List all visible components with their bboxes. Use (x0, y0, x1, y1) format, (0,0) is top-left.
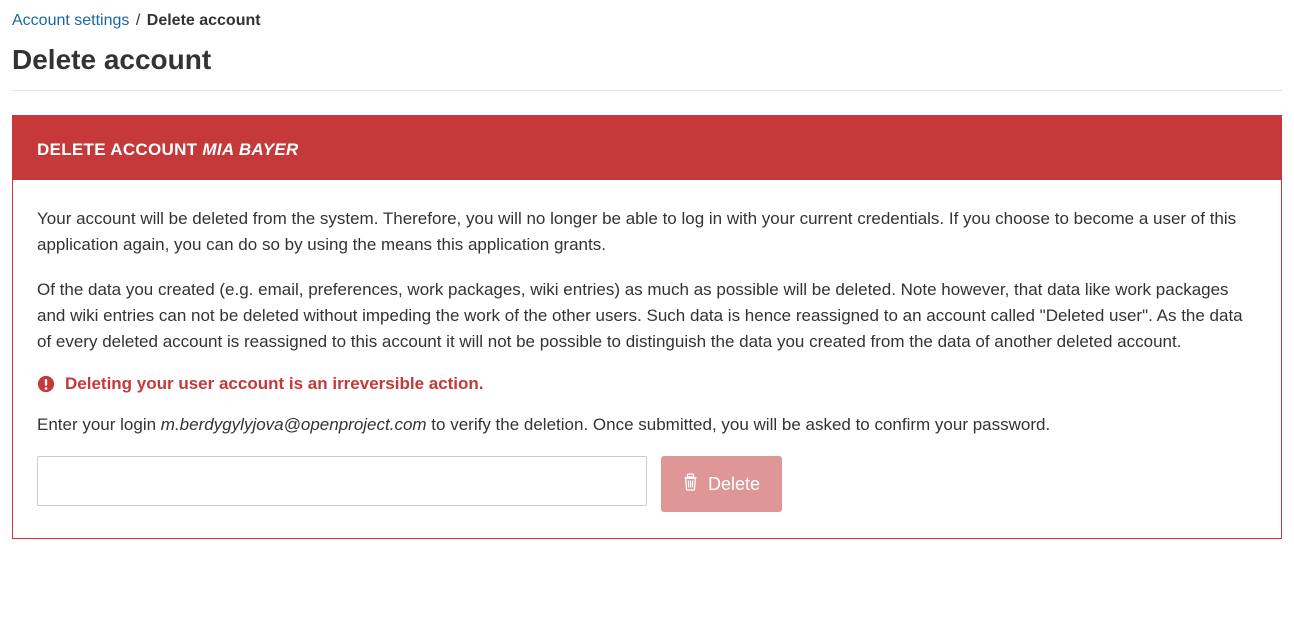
delete-account-panel: DELETE ACCOUNT MIA BAYER Your account wi… (12, 115, 1282, 539)
trash-icon (683, 473, 698, 496)
panel-header-prefix: DELETE ACCOUNT (37, 140, 202, 159)
verify-prefix: Enter your login (37, 415, 161, 434)
breadcrumb-separator: / (136, 12, 140, 29)
info-paragraph-2: Of the data you created (e.g. email, pre… (37, 277, 1257, 356)
form-row: Delete (37, 456, 1257, 512)
warning-text: Deleting your user account is an irrever… (65, 374, 484, 394)
login-email: m.berdygylyjova@openproject.com (161, 415, 427, 434)
delete-button-label: Delete (708, 474, 760, 495)
breadcrumb-parent-link[interactable]: Account settings (12, 12, 129, 29)
breadcrumb-current: Delete account (147, 12, 261, 29)
info-paragraph-1: Your account will be deleted from the sy… (37, 206, 1257, 259)
delete-button[interactable]: Delete (661, 456, 782, 512)
breadcrumb: Account settings / Delete account (12, 12, 1282, 30)
panel-header: DELETE ACCOUNT MIA BAYER (13, 116, 1281, 180)
verify-instruction: Enter your login m.berdygylyjova@openpro… (37, 412, 1257, 438)
verify-suffix: to verify the deletion. Once submitted, … (427, 415, 1051, 434)
login-verification-input[interactable] (37, 456, 647, 506)
warning-line: Deleting your user account is an irrever… (37, 374, 1257, 394)
panel-header-username: MIA BAYER (202, 140, 298, 159)
warning-icon (37, 375, 55, 393)
divider (12, 90, 1282, 91)
page-title: Delete account (12, 44, 1282, 76)
panel-body: Your account will be deleted from the sy… (13, 180, 1281, 538)
